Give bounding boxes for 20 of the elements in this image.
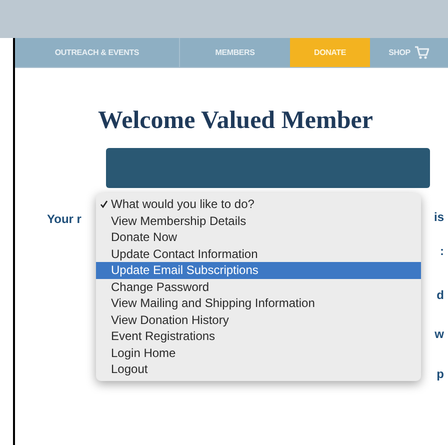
- menu-item[interactable]: What would you like to do?: [96, 196, 421, 212]
- menu-item[interactable]: View Donation History: [96, 312, 421, 328]
- text-fragment: d: [436, 288, 444, 302]
- menu-item[interactable]: Change Password: [96, 278, 421, 295]
- text-fragment: is: [434, 210, 444, 224]
- intro-text: Your r: [47, 212, 82, 226]
- menu-item[interactable]: Event Registrations: [96, 328, 421, 344]
- menu-item[interactable]: Update Email Subscriptions: [96, 262, 421, 278]
- menu-item[interactable]: Update Contact Information: [96, 246, 421, 262]
- select-field[interactable]: [106, 148, 430, 188]
- page-heading: Welcome Valued Member: [98, 106, 373, 136]
- cart-icon: [415, 46, 430, 59]
- text-fragment: p: [436, 367, 444, 381]
- menu-item[interactable]: Logout: [96, 361, 421, 378]
- menu-item[interactable]: View Mailing and Shipping Information: [96, 295, 421, 312]
- text-fragment: :: [440, 244, 444, 258]
- menu-item[interactable]: Login Home: [96, 344, 421, 361]
- text-fragment: w: [434, 327, 444, 341]
- menu-item[interactable]: Donate Now: [96, 229, 421, 246]
- menu-item[interactable]: View Membership Details: [96, 212, 421, 229]
